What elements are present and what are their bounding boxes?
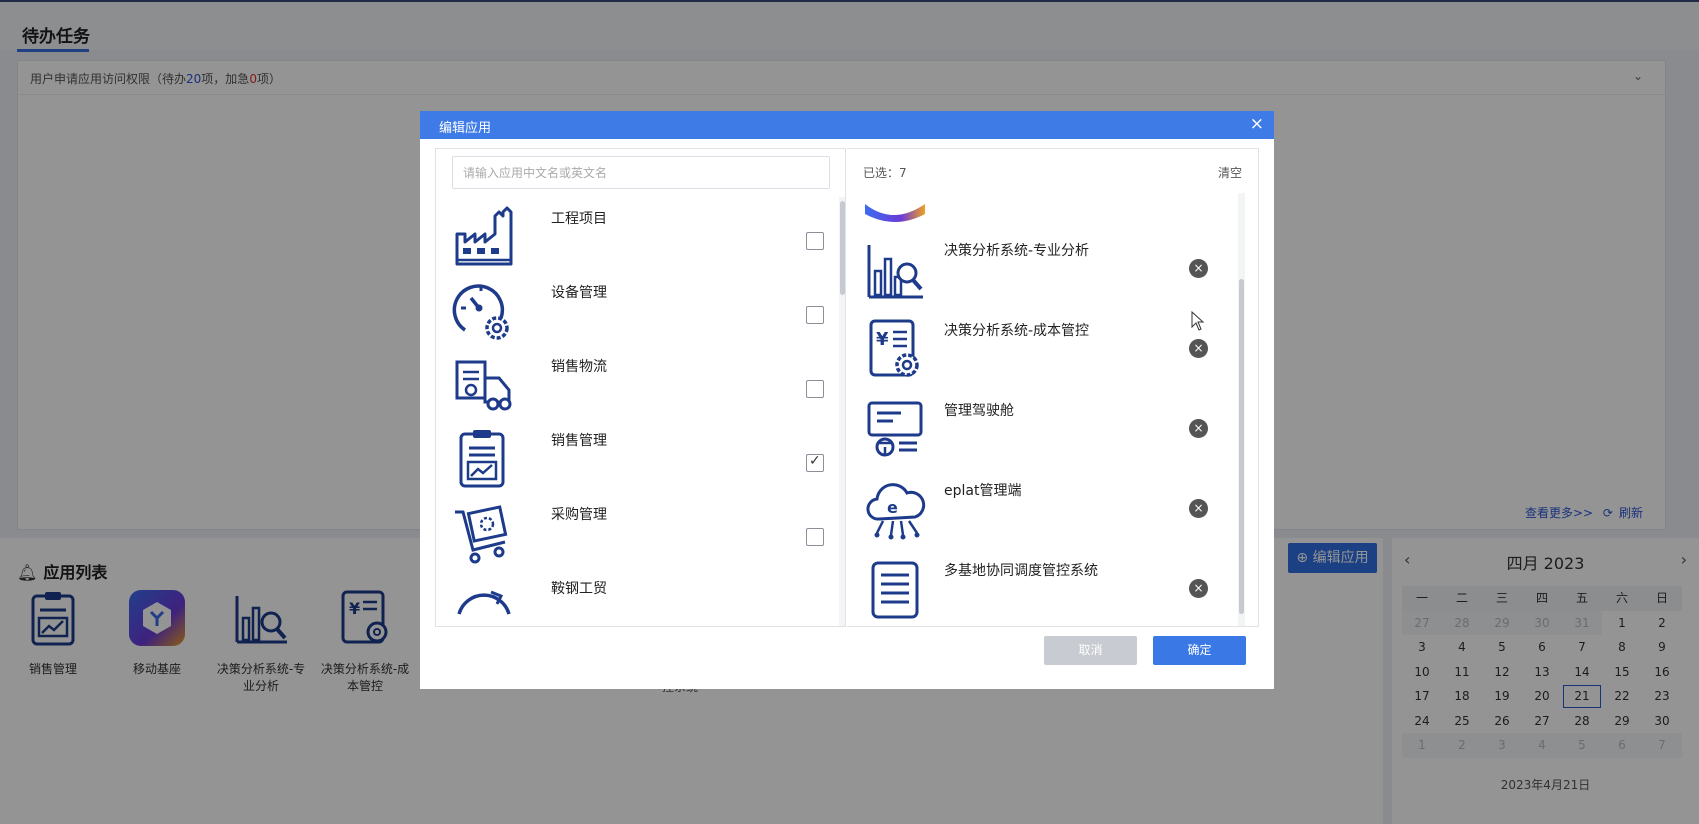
close-icon[interactable]: × bbox=[1250, 114, 1264, 134]
sales-chart-icon bbox=[459, 430, 505, 488]
list-item[interactable]: 销售管理 bbox=[436, 419, 832, 499]
app-checkbox[interactable] bbox=[806, 380, 824, 398]
selected-count: 已选：7 bbox=[863, 166, 907, 180]
list-item-label: 鞍钢工贸 bbox=[551, 581, 607, 597]
clear-all-link[interactable]: 清空 bbox=[1218, 164, 1242, 181]
available-apps-pane: 工程项目 设备管理 bbox=[435, 148, 846, 627]
list-item-label: 采购管理 bbox=[551, 507, 607, 523]
cloud-e-icon: e bbox=[866, 483, 926, 540]
confirm-button[interactable]: 确定 bbox=[1153, 636, 1246, 665]
scrollbar-thumb[interactable] bbox=[1239, 279, 1244, 614]
list-item-label: 决策分析系统-专业分析 bbox=[944, 243, 1090, 259]
purchase-cart-icon bbox=[455, 505, 508, 564]
factory-icon bbox=[455, 206, 513, 266]
list-item-label: 工程项目 bbox=[551, 211, 607, 227]
scrollbar-thumb[interactable] bbox=[840, 201, 845, 295]
list-item[interactable]: 销售物流 bbox=[436, 345, 832, 425]
list-item-label: 管理驾驶舱 bbox=[944, 403, 1014, 419]
app-checkbox[interactable] bbox=[806, 232, 824, 250]
list-item: 决策分析系统-专业分析 × bbox=[847, 230, 1243, 310]
analysis-chart-icon bbox=[867, 245, 923, 299]
remove-icon[interactable]: × bbox=[1189, 499, 1208, 518]
svg-text:e: e bbox=[887, 498, 898, 517]
partial-app-icon bbox=[865, 204, 925, 222]
modal-header: 编辑应用 × bbox=[420, 111, 1274, 139]
list-item[interactable]: 采购管理 bbox=[436, 493, 832, 573]
modal-title: 编辑应用 bbox=[439, 121, 492, 136]
list-item-label: 决策分析系统-成本管控 bbox=[944, 323, 1090, 339]
list-item[interactable]: 鞍钢工贸 bbox=[436, 567, 832, 626]
app-checkbox[interactable] bbox=[806, 528, 824, 546]
list-item-label: 设备管理 bbox=[551, 285, 607, 301]
trade-icon bbox=[457, 590, 511, 615]
edit-apps-modal: 编辑应用 × 工程项目 bbox=[420, 111, 1274, 689]
cancel-button[interactable]: 取消 bbox=[1044, 636, 1137, 665]
mouse-cursor-icon bbox=[1191, 311, 1205, 331]
list-doc-icon bbox=[871, 561, 919, 619]
list-item: e eplat管理端 × bbox=[847, 470, 1243, 550]
list-item: 管理驾驶舱 × bbox=[847, 390, 1243, 470]
list-item-label: eplat管理端 bbox=[944, 483, 1022, 499]
remove-icon[interactable]: × bbox=[1189, 419, 1208, 438]
cockpit-icon bbox=[867, 401, 923, 457]
svg-text:¥: ¥ bbox=[876, 329, 889, 350]
selected-apps-list: 决策分析系统-专业分析 × ¥ 决策分析系统-成本管控 × 管理驾驶舱 × e … bbox=[847, 193, 1243, 626]
gauge-gear-icon bbox=[452, 284, 509, 340]
list-item[interactable]: 设备管理 bbox=[436, 271, 832, 351]
app-checkbox[interactable] bbox=[806, 306, 824, 324]
remove-icon[interactable]: × bbox=[1189, 579, 1208, 598]
app-search-input[interactable] bbox=[452, 156, 830, 189]
remove-icon[interactable]: × bbox=[1189, 339, 1208, 358]
list-item-label: 多基地协同调度管控系统 bbox=[944, 563, 1098, 579]
list-item: ¥ 决策分析系统-成本管控 × bbox=[847, 310, 1243, 390]
list-item-label: 销售物流 bbox=[551, 359, 607, 375]
selected-apps-pane: 已选：7 清空 决策分析系统-专业分析 × ¥ 决策分析系统-成本管控 × 管理… bbox=[847, 148, 1259, 627]
list-item-label: 销售管理 bbox=[551, 433, 607, 449]
app-checkbox-checked[interactable] bbox=[806, 453, 824, 472]
delivery-truck-icon bbox=[455, 360, 512, 411]
available-apps-list: 工程项目 设备管理 销售物流 销售管理 ✓ 采购管理 鞍钢工贸 bbox=[436, 197, 832, 626]
remove-icon[interactable]: × bbox=[1189, 259, 1208, 278]
list-item: 多基地协同调度管控系统 × bbox=[847, 550, 1243, 626]
list-item[interactable]: 工程项目 bbox=[436, 197, 832, 277]
cost-control-icon: ¥ bbox=[869, 319, 919, 377]
